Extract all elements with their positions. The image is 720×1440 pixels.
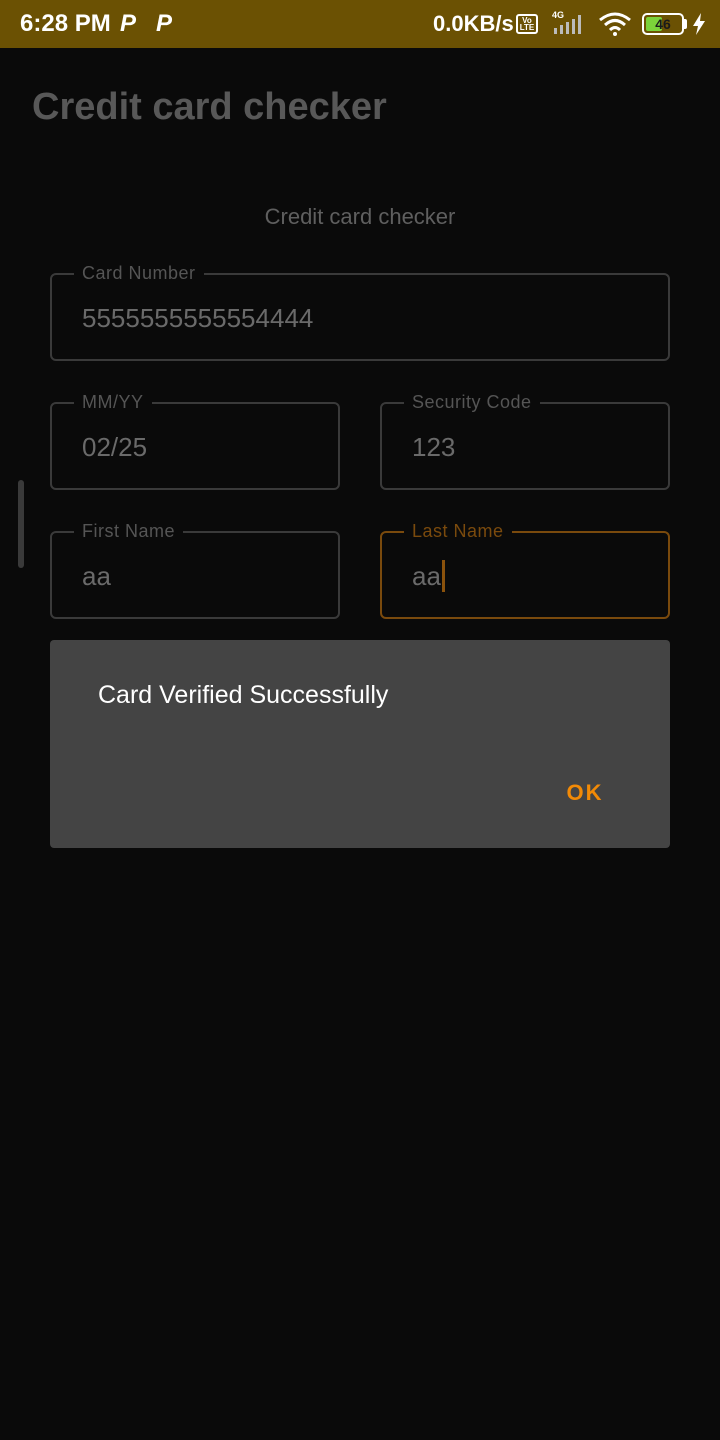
first-name-field[interactable]: First Name aa (50, 519, 340, 619)
last-name-value-wrap: aa (412, 559, 445, 593)
last-name-label: Last Name (404, 519, 512, 543)
network-type-label: 4G (552, 10, 564, 20)
volte-icon: Vo LTE (516, 14, 538, 34)
verification-dialog: Card Verified Successfully OK (50, 640, 670, 848)
text-cursor (441, 560, 445, 592)
wifi-icon (599, 12, 631, 36)
security-code-field[interactable]: Security Code 123 (380, 390, 670, 490)
security-code-label: Security Code (404, 390, 540, 414)
last-name-value: aa (412, 561, 441, 591)
notification-app-icon: P (120, 10, 137, 37)
status-bar: 6:28 PM P P 0.0KB/s Vo LTE 4G 46 (0, 0, 720, 48)
app-title: Credit card checker (32, 86, 387, 128)
card-number-value: 5555555555554444 (82, 303, 314, 333)
first-name-value: aa (82, 561, 111, 591)
expiry-field[interactable]: MM/YY 02/25 (50, 390, 340, 490)
last-name-field[interactable]: Last Name aa (380, 519, 670, 619)
notification-app-icon: P (156, 10, 173, 37)
network-speed: 0.0KB/s (433, 11, 514, 36)
security-code-value: 123 (412, 432, 456, 462)
charging-icon (693, 13, 705, 35)
status-time: 6:28 PM (20, 10, 111, 37)
cell-signal-icon: 4G (552, 10, 581, 34)
card-number-label: Card Number (74, 261, 204, 285)
scrollbar[interactable] (18, 480, 24, 568)
battery-percent: 46 (655, 16, 671, 32)
battery-icon: 46 (642, 13, 684, 35)
form-heading: Credit card checker (264, 204, 456, 229)
ok-button[interactable]: OK (550, 770, 620, 816)
first-name-label: First Name (74, 519, 184, 543)
card-number-field[interactable]: Card Number 5555555555554444 (50, 261, 670, 361)
expiry-label: MM/YY (74, 390, 152, 414)
expiry-value: 02/25 (82, 432, 148, 462)
dialog-message: Card Verified Successfully (98, 681, 389, 709)
battery-nub (684, 19, 687, 29)
